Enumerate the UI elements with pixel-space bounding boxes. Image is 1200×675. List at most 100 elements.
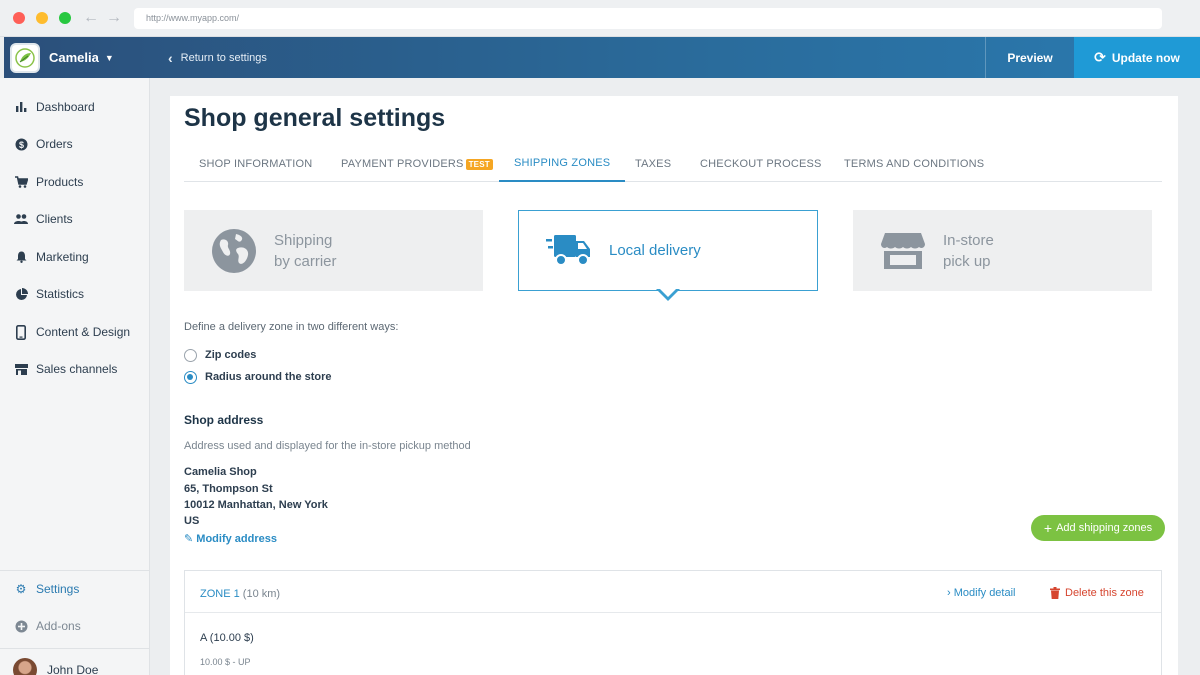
- sidebar-item-settings[interactable]: ⚙ Settings: [13, 579, 80, 599]
- update-label: Update now: [1111, 50, 1180, 65]
- address-line: 65, Thompson St: [184, 483, 273, 495]
- maximize-window-button[interactable]: [59, 12, 71, 24]
- page-title: Shop general settings: [184, 104, 446, 132]
- modify-address-link[interactable]: ✎ Modify address: [184, 532, 277, 545]
- sidebar-divider: [0, 570, 150, 571]
- avatar: [13, 658, 37, 675]
- sidebar-item-content-design[interactable]: Content & Design: [13, 322, 130, 342]
- sidebar-item-dashboard[interactable]: Dashboard: [13, 97, 95, 117]
- cart-icon: [13, 176, 29, 188]
- zone-rate: A (10.00 $): [200, 632, 254, 644]
- method-label-line: Shipping: [274, 231, 333, 249]
- sidebar-item-products[interactable]: Products: [13, 172, 83, 192]
- pie-chart-icon: [13, 287, 29, 301]
- bell-icon: [13, 251, 29, 263]
- forward-arrow-icon[interactable]: →: [106, 8, 122, 28]
- settings-card: Shop general settings SHOP INFORMATION P…: [170, 96, 1178, 675]
- plus-circle-icon: [13, 620, 29, 633]
- method-label-line: In-store: [943, 231, 994, 249]
- selected-pointer: [656, 287, 680, 301]
- return-label: Return to settings: [180, 51, 267, 64]
- update-now-button[interactable]: ⟳ Update now: [1074, 37, 1200, 78]
- modify-address-label: Modify address: [196, 533, 277, 545]
- method-label: In-store pick up: [943, 230, 994, 272]
- tab-shipping-zones[interactable]: SHIPPING ZONES: [499, 146, 626, 182]
- test-badge: TEST: [465, 158, 493, 170]
- sidebar: Dashboard $ Orders Products Clients Mark…: [0, 78, 150, 675]
- sidebar-item-clients[interactable]: Clients: [13, 209, 73, 229]
- sidebar-item-label: Marketing: [36, 250, 89, 264]
- sidebar-item-label: Content & Design: [36, 325, 131, 339]
- method-in-store-pickup[interactable]: In-store pick up: [853, 210, 1152, 291]
- sidebar-item-label: Dashboard: [36, 100, 95, 114]
- minimize-window-button[interactable]: [36, 12, 48, 24]
- sidebar-item-statistics[interactable]: Statistics: [13, 284, 84, 304]
- radio-radius-around-store[interactable]: Radius around the store: [184, 369, 332, 385]
- address-line: Camelia Shop: [184, 466, 257, 478]
- modify-detail-link[interactable]: › Modify detail: [947, 587, 1016, 599]
- sidebar-item-addons[interactable]: Add-ons: [13, 616, 81, 636]
- brand-name: Camelia: [49, 50, 99, 65]
- modify-detail-label: Modify detail: [953, 587, 1016, 599]
- zone-name: ZONE 1: [200, 588, 240, 600]
- radio-button[interactable]: [184, 370, 197, 384]
- trash-icon: [1050, 587, 1060, 599]
- url-bar[interactable]: http://www.myapp.com/: [134, 8, 1162, 29]
- chevron-right-icon: ›: [947, 587, 951, 599]
- delete-zone-label: Delete this zone: [1065, 587, 1144, 599]
- shop-address-subtitle: Address used and displayed for the in-st…: [184, 440, 471, 452]
- browser-chrome: ← → http://www.myapp.com/: [0, 0, 1200, 37]
- tab-taxes[interactable]: TAXES: [635, 146, 671, 182]
- tab-terms-and-conditions[interactable]: TERMS AND CONDITIONS: [844, 146, 984, 182]
- add-shipping-zones-button[interactable]: + Add shipping zones: [1031, 515, 1165, 541]
- delete-zone-button[interactable]: Delete this zone: [1050, 587, 1144, 599]
- sidebar-item-label: Statistics: [36, 287, 85, 301]
- chevron-left-icon: ‹: [168, 49, 173, 66]
- sidebar-item-label: Clients: [36, 212, 73, 226]
- method-label: Local delivery: [609, 242, 701, 259]
- tab-payment-providers[interactable]: PAYMENT PROVIDERS TEST: [341, 146, 493, 182]
- bar-chart-icon: [13, 102, 29, 112]
- sidebar-item-marketing[interactable]: Marketing: [13, 247, 89, 267]
- radio-button[interactable]: [184, 348, 197, 362]
- zone-title: ZONE 1 (10 km): [200, 588, 280, 600]
- radio-zip-codes[interactable]: Zip codes: [184, 347, 256, 363]
- zone-distance: (10 km): [242, 588, 281, 600]
- sidebar-item-label: Sales channels: [36, 362, 118, 376]
- preview-button[interactable]: Preview: [985, 37, 1074, 78]
- sidebar-item-label: Add-ons: [36, 619, 81, 633]
- shop-address-title: Shop address: [184, 413, 264, 427]
- method-local-delivery[interactable]: Local delivery: [518, 210, 818, 291]
- tab-checkout-process[interactable]: CHECKOUT PROCESS: [700, 146, 822, 182]
- brand-switcher[interactable]: Camelia ▼: [10, 42, 114, 73]
- return-to-settings-link[interactable]: ‹ Return to settings: [168, 37, 267, 78]
- sidebar-item-label: Settings: [36, 582, 80, 596]
- sidebar-item-label: Products: [36, 175, 84, 189]
- method-label-line: by carrier: [274, 252, 337, 270]
- add-zone-label: Add shipping zones: [1056, 522, 1153, 534]
- pencil-icon: ✎: [184, 533, 194, 545]
- users-icon: [13, 214, 29, 224]
- truck-icon: [545, 227, 593, 275]
- close-window-button[interactable]: [13, 12, 25, 24]
- plus-icon: +: [1043, 520, 1053, 536]
- zone-price-range: 10.00 $ - UP: [200, 657, 251, 667]
- app-header: Camelia ▼ ‹ Return to settings Preview ⟳…: [4, 37, 1200, 78]
- user-profile[interactable]: John Doe: [13, 657, 98, 675]
- sidebar-divider: [0, 648, 150, 649]
- sidebar-item-sales-channels[interactable]: Sales channels: [13, 359, 117, 379]
- method-label-line: pick up: [943, 252, 991, 270]
- tab-shop-information[interactable]: SHOP INFORMATION: [199, 146, 312, 182]
- gear-icon: ⚙: [15, 582, 27, 596]
- storefront-icon: [879, 227, 927, 275]
- sidebar-item-orders[interactable]: $ Orders: [13, 134, 73, 154]
- camelia-logo-icon: [10, 42, 40, 73]
- back-arrow-icon[interactable]: ←: [83, 8, 99, 28]
- sidebar-item-label: Orders: [36, 137, 73, 151]
- method-shipping-by-carrier[interactable]: Shipping by carrier: [184, 210, 483, 291]
- user-name: John Doe: [47, 663, 99, 675]
- radio-label: Zip codes: [205, 349, 257, 361]
- globe-icon: [210, 227, 258, 275]
- address-line: US: [184, 515, 200, 527]
- tab-label: PAYMENT PROVIDERS: [341, 158, 464, 170]
